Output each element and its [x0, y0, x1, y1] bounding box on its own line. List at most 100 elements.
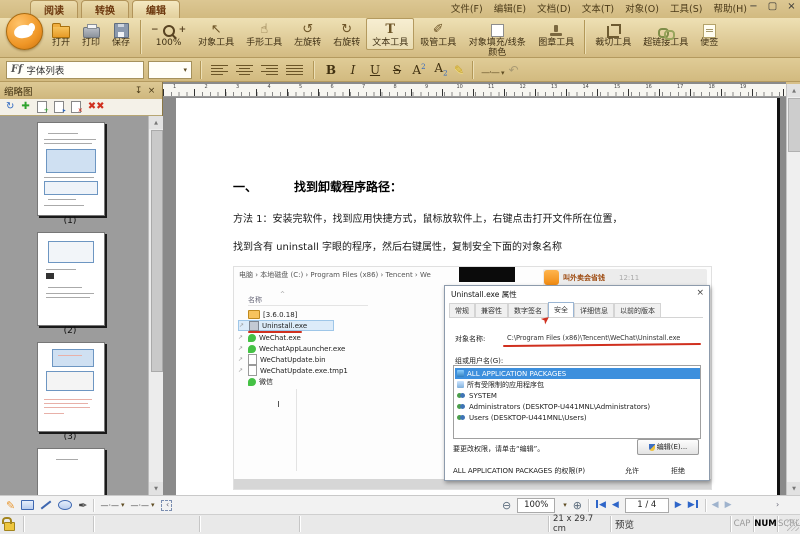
- scroll-up-icon[interactable]: ▲: [149, 116, 163, 129]
- save-button[interactable]: 保存: [106, 18, 136, 50]
- strikethrough-button[interactable]: S: [388, 63, 406, 77]
- rotate-left-button[interactable]: ↺ 左旋转: [288, 18, 327, 50]
- pen-tool[interactable]: ✒: [78, 500, 87, 511]
- tab-general[interactable]: 常规: [449, 303, 475, 318]
- menu-file[interactable]: 文件(F): [450, 1, 484, 16]
- menu-edit[interactable]: 编辑(E): [493, 1, 527, 16]
- pencil-tool[interactable]: ✎: [6, 500, 15, 511]
- rotate-page-icon[interactable]: ↻: [6, 102, 14, 112]
- underline-button[interactable]: U: [366, 63, 384, 77]
- highlighter-button[interactable]: ✎: [454, 63, 464, 77]
- ellipse-tool[interactable]: [58, 500, 72, 510]
- previous-page-button[interactable]: ◀: [612, 500, 619, 510]
- scrollbar-thumb[interactable]: [788, 98, 800, 152]
- subscript-button[interactable]: A2: [432, 61, 450, 77]
- hscroll-right-icon[interactable]: ›: [776, 500, 779, 509]
- scroll-up-icon[interactable]: ▲: [787, 84, 800, 97]
- line-tool[interactable]: [41, 501, 52, 510]
- menu-document[interactable]: 文档(D): [536, 1, 572, 16]
- font-combo[interactable]: Ff 字体列表: [6, 61, 144, 79]
- align-center-button[interactable]: [234, 62, 255, 77]
- rectangle-tool[interactable]: [21, 500, 34, 510]
- next-page-button[interactable]: ▶: [675, 500, 682, 510]
- hyperlink-button[interactable]: 超链接工具: [637, 18, 694, 50]
- rotate-right-button[interactable]: ↻ 右旋转: [327, 18, 366, 50]
- align-justify-button[interactable]: [284, 62, 305, 77]
- pin-icon[interactable]: ↧: [132, 86, 145, 96]
- resize-grip[interactable]: [787, 519, 799, 531]
- tab-convert[interactable]: 转换: [81, 0, 129, 18]
- eyedropper-button[interactable]: ✐ 吸管工具: [414, 18, 462, 50]
- page-thumbnail-2[interactable]: [37, 232, 105, 326]
- extract-page-icon[interactable]: [54, 101, 64, 113]
- list-item-users[interactable]: Users (DESKTOP-U441MNL\Users): [455, 412, 700, 423]
- fill-color-button[interactable]: 对象填充/线条颜色: [462, 18, 532, 60]
- hand-tool-button[interactable]: ☝ 手形工具: [240, 18, 288, 50]
- align-right-button[interactable]: [259, 62, 280, 77]
- stamp-button[interactable]: 图章工具: [532, 18, 580, 50]
- view-forward-button[interactable]: ▶: [725, 500, 732, 510]
- scroll-down-icon[interactable]: ▼: [787, 482, 800, 495]
- scrollbar-thumb[interactable]: [151, 130, 163, 372]
- tab-previous-versions[interactable]: 以前的版本: [614, 303, 661, 318]
- menu-text[interactable]: 文本(T): [581, 1, 615, 16]
- print-button[interactable]: 打印: [76, 18, 106, 50]
- replace-page-icon[interactable]: [71, 101, 81, 113]
- group-listbox[interactable]: ALL APPLICATION PACKAGES 所有受限制的应用程序包 SYS…: [453, 365, 701, 439]
- document-scrollbar[interactable]: ▲ ▼: [786, 84, 800, 495]
- zoom-in-button[interactable]: ⊕: [573, 499, 582, 512]
- maximize-button[interactable]: ▢: [766, 1, 779, 12]
- panel-close-icon[interactable]: ×: [145, 86, 158, 96]
- zoom-level-box[interactable]: 100%: [517, 498, 555, 513]
- hscroll-left-icon[interactable]: ‹: [166, 500, 169, 509]
- delete-page-icon[interactable]: ✖✖: [88, 102, 105, 112]
- note-button[interactable]: 便签: [694, 18, 724, 50]
- document-page[interactable]: 一、 找到卸载程序路径： 方法 1：安装完软件，找到应用快捷方式，鼠标放软件上，…: [176, 98, 780, 495]
- align-left-button[interactable]: [209, 62, 230, 77]
- zoom-out-button[interactable]: ⊖: [502, 499, 511, 512]
- page-indicator[interactable]: 1 / 4: [625, 498, 669, 513]
- document-canvas[interactable]: 12345678910111213141516171819 一、 找到卸载程序路…: [163, 82, 786, 495]
- text-tool-button[interactable]: T 文本工具: [366, 18, 414, 50]
- thumbnail-scrollbar[interactable]: ▲ ▼: [148, 116, 163, 495]
- tab-edit[interactable]: 编辑: [132, 0, 180, 18]
- edit-button[interactable]: 编辑(E)...: [637, 439, 699, 455]
- list-item-administrators[interactable]: Administrators (DESKTOP-U441MNL\Administ…: [455, 401, 700, 412]
- dialog-close-icon[interactable]: ×: [696, 288, 704, 298]
- tab-details[interactable]: 详细信息: [574, 303, 614, 318]
- superscript-button[interactable]: A2: [410, 63, 428, 77]
- line-width-select[interactable]: —·—▾: [131, 501, 155, 510]
- line-spacing-button[interactable]: —·—▾: [481, 60, 504, 79]
- add-page-icon[interactable]: ✚: [21, 102, 29, 112]
- crop-button[interactable]: 裁切工具: [589, 18, 637, 50]
- page-thumbnail-4[interactable]: [37, 448, 105, 495]
- line-style-select[interactable]: —·—▾: [100, 501, 124, 510]
- list-item-all-app-packages[interactable]: ALL APPLICATION PACKAGES: [455, 368, 700, 379]
- font-size-combo[interactable]: ▾: [148, 61, 192, 79]
- menu-help[interactable]: 帮助(H): [712, 1, 748, 16]
- menu-tools[interactable]: 工具(S): [669, 1, 703, 16]
- undo-button[interactable]: ↶: [508, 63, 518, 77]
- page-thumbnail-3[interactable]: [37, 342, 105, 432]
- insert-page-icon[interactable]: [37, 101, 47, 113]
- scroll-down-icon[interactable]: ▼: [149, 482, 163, 495]
- zoom-in-icon[interactable]: +: [179, 26, 187, 36]
- first-page-button[interactable]: ◀: [595, 500, 606, 510]
- object-tool-button[interactable]: ↖ 对象工具: [192, 18, 240, 50]
- tab-compatibility[interactable]: 兼容性: [475, 303, 508, 318]
- app-logo[interactable]: [6, 13, 43, 50]
- close-button[interactable]: ×: [785, 1, 798, 12]
- bold-button[interactable]: B: [322, 63, 340, 77]
- menu-object[interactable]: 对象(O): [624, 1, 660, 16]
- tab-security[interactable]: 安全: [548, 302, 574, 317]
- list-item-restricted-packages[interactable]: 所有受限制的应用程序包: [455, 379, 700, 390]
- open-button[interactable]: 打开: [46, 18, 76, 50]
- italic-button[interactable]: I: [344, 63, 362, 77]
- zoom-out-icon[interactable]: −: [151, 26, 159, 36]
- chevron-down-icon[interactable]: ▾: [563, 501, 567, 509]
- zoom-control[interactable]: − + 100%: [145, 18, 192, 50]
- list-item-system[interactable]: SYSTEM: [455, 390, 700, 401]
- view-back-button[interactable]: ◀: [712, 500, 719, 510]
- minimize-button[interactable]: −: [747, 1, 760, 12]
- last-page-button[interactable]: ▶: [688, 500, 699, 510]
